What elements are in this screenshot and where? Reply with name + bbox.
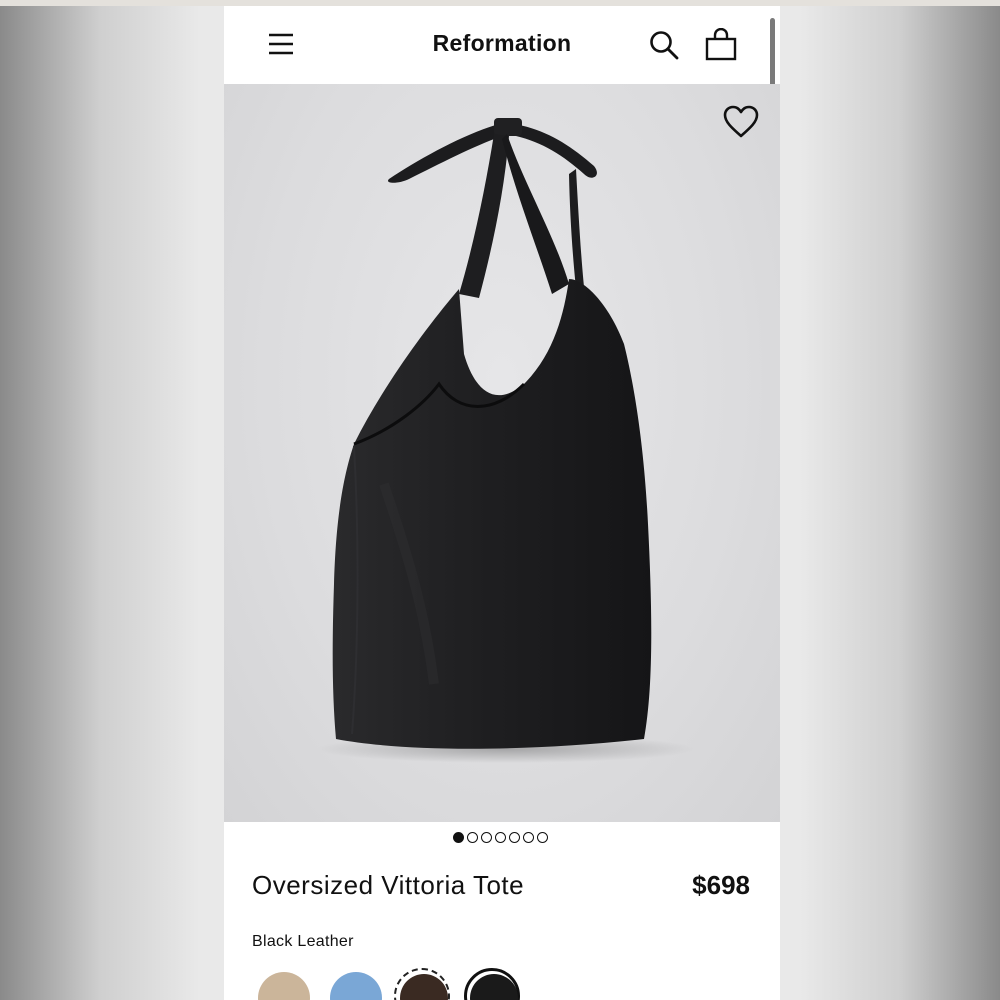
site-header: Reformation [224, 6, 780, 84]
color-swatch-black[interactable] [464, 968, 520, 1000]
swatch-fill [258, 972, 310, 1000]
carousel-dot[interactable] [509, 832, 520, 843]
shopping-bag-icon[interactable] [704, 28, 738, 62]
carousel-dot[interactable] [523, 832, 534, 843]
swatch-fill [400, 974, 448, 1000]
color-swatches [254, 968, 774, 1000]
carousel-dot[interactable] [537, 832, 548, 843]
brand-logo[interactable]: Reformation [224, 30, 780, 57]
carousel-dot[interactable] [495, 832, 506, 843]
swatch-fill [470, 974, 518, 1000]
color-swatch-tan[interactable] [254, 968, 310, 1000]
mobile-page: Reformation Oversized Vittoria Tote $698… [224, 6, 780, 1000]
selected-color-label: Black Leather [252, 933, 354, 950]
product-title: Oversized Vittoria Tote [252, 870, 525, 900]
carousel-dot[interactable] [453, 832, 464, 843]
color-swatch-blue[interactable] [326, 968, 382, 1000]
carousel-dot[interactable] [481, 832, 492, 843]
product-price: $698 [692, 870, 750, 900]
color-swatch-brown[interactable] [394, 968, 450, 1000]
swatch-fill [330, 972, 382, 1000]
search-icon[interactable] [649, 30, 679, 60]
favorite-heart-icon[interactable] [722, 104, 760, 140]
carousel-dots [453, 832, 548, 845]
product-image-carousel[interactable] [224, 84, 780, 822]
carousel-dot[interactable] [467, 832, 478, 843]
product-image [316, 118, 696, 763]
